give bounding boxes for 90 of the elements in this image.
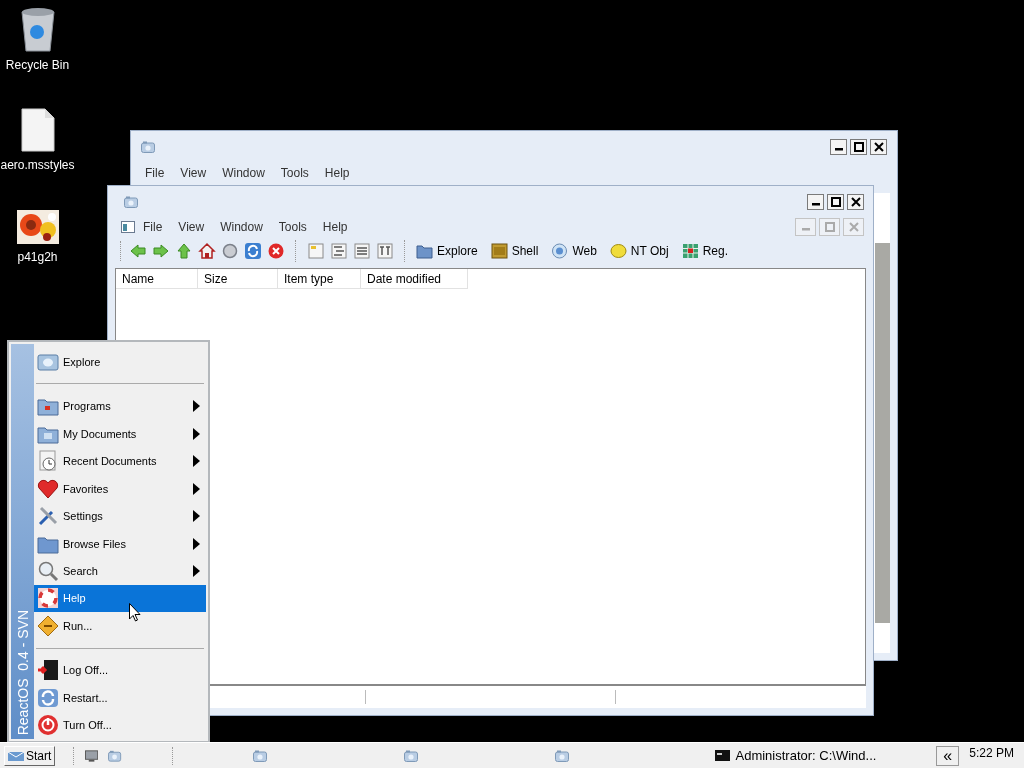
desktop-icon[interactable] <box>85 749 99 762</box>
submenu-arrow-icon <box>193 510 200 523</box>
start-button[interactable]: Start <box>4 745 56 766</box>
minimize-icon <box>801 228 810 231</box>
submenu-arrow-icon <box>193 537 200 550</box>
column-header[interactable]: Item type <box>278 269 361 289</box>
desktop-icon-label[interactable]: Recycle Bin <box>5 58 70 72</box>
window-icon <box>404 749 419 762</box>
forward-arrow-icon[interactable] <box>152 242 170 260</box>
submenu-arrow-icon <box>193 400 200 413</box>
window-icon <box>141 141 155 153</box>
grid-icon <box>681 243 699 259</box>
clock: 5:22 PM <box>969 745 1014 760</box>
cursor-icon <box>129 603 141 622</box>
power-icon <box>37 714 59 737</box>
desktop-icon-label[interactable]: aero.msstyles <box>0 158 75 172</box>
close-button[interactable] <box>870 139 887 155</box>
menu-item[interactable]: Help <box>314 220 356 234</box>
maximize-icon <box>853 142 864 152</box>
lifebuoy-icon <box>37 587 59 610</box>
maximize-button[interactable] <box>827 193 844 210</box>
search-icon <box>37 560 59 582</box>
toolbar-button[interactable]: Web <box>551 243 597 259</box>
refresh-icon[interactable] <box>244 242 262 260</box>
view-icon[interactable] <box>330 242 348 260</box>
minimize-button[interactable] <box>807 193 824 210</box>
window-icon <box>108 749 122 762</box>
column-header[interactable]: Date modified <box>361 269 468 289</box>
submenu-arrow-icon <box>193 565 200 577</box>
minimize-icon <box>811 202 820 206</box>
back-arrow-icon[interactable] <box>129 242 147 260</box>
home-icon[interactable] <box>198 242 216 260</box>
minimize-button[interactable] <box>830 139 847 155</box>
menu-item[interactable]: View <box>172 166 215 180</box>
clock-icon <box>37 450 59 473</box>
close-icon <box>873 142 884 152</box>
view-icon[interactable] <box>353 242 371 260</box>
menu-item[interactable]: File <box>135 220 171 234</box>
coin-icon <box>609 243 627 259</box>
menu-item[interactable]: Turn Off... <box>34 711 206 740</box>
start-icon <box>8 749 24 762</box>
tray-toggle-button[interactable]: « <box>936 745 960 766</box>
globe-icon <box>551 243 569 259</box>
scrollbar[interactable] <box>875 243 890 623</box>
column-header[interactable]: Name <box>116 269 198 289</box>
menu-item[interactable]: Help <box>316 166 358 180</box>
toolbar-button[interactable]: Reg. <box>681 243 728 259</box>
task-button[interactable]: Administrator: C:\Wind... <box>715 748 877 763</box>
menu-item[interactable]: Tools <box>272 166 317 180</box>
toolbar-button[interactable]: Explore <box>416 243 478 259</box>
banner-text: ReactOS 0.4 - SVN <box>14 609 31 735</box>
maximize-icon <box>830 196 841 207</box>
box-icon <box>490 243 508 259</box>
console-icon <box>715 750 731 761</box>
desktop-icon-label[interactable]: p41g2h <box>17 250 58 264</box>
submenu-arrow-icon <box>193 427 200 440</box>
tools-icon <box>37 505 59 528</box>
refresh-icon <box>37 686 59 709</box>
document-icon[interactable] <box>121 221 135 233</box>
column-header[interactable]: Size <box>198 269 278 289</box>
heart-icon <box>37 477 59 500</box>
menu-item[interactable]: Restart... <box>34 684 206 712</box>
file-icon[interactable] <box>20 108 55 152</box>
close-icon <box>848 222 859 232</box>
window-icon <box>253 749 268 762</box>
maximize-icon <box>824 222 835 232</box>
submenu-arrow-icon <box>193 482 200 495</box>
maximize-button[interactable] <box>850 139 867 155</box>
menu-item[interactable]: Tools <box>270 220 315 234</box>
recycle-bin-icon[interactable] <box>18 6 57 52</box>
menu-item[interactable]: File <box>137 166 173 180</box>
menu-item[interactable]: Window <box>212 220 271 234</box>
close-button[interactable] <box>847 193 864 210</box>
view-icon[interactable] <box>376 242 394 260</box>
up-arrow-icon[interactable] <box>175 242 193 260</box>
close-icon <box>850 196 861 207</box>
minimize-icon <box>834 148 843 151</box>
folder-icon <box>416 243 433 259</box>
submenu-arrow-icon <box>193 455 200 468</box>
menu-item[interactable]: Help <box>34 584 206 613</box>
menu-item[interactable]: View <box>170 220 213 234</box>
menu-item[interactable]: Window <box>214 166 273 180</box>
diamond-icon <box>37 614 59 637</box>
toolbar-button[interactable]: NT Obj <box>609 243 669 259</box>
window-icon <box>124 195 138 208</box>
door-icon <box>37 659 59 682</box>
search-icon[interactable] <box>221 242 239 260</box>
toolbar-button[interactable]: Shell <box>490 243 539 259</box>
stop-icon[interactable] <box>267 242 285 260</box>
window-icon <box>554 749 569 762</box>
